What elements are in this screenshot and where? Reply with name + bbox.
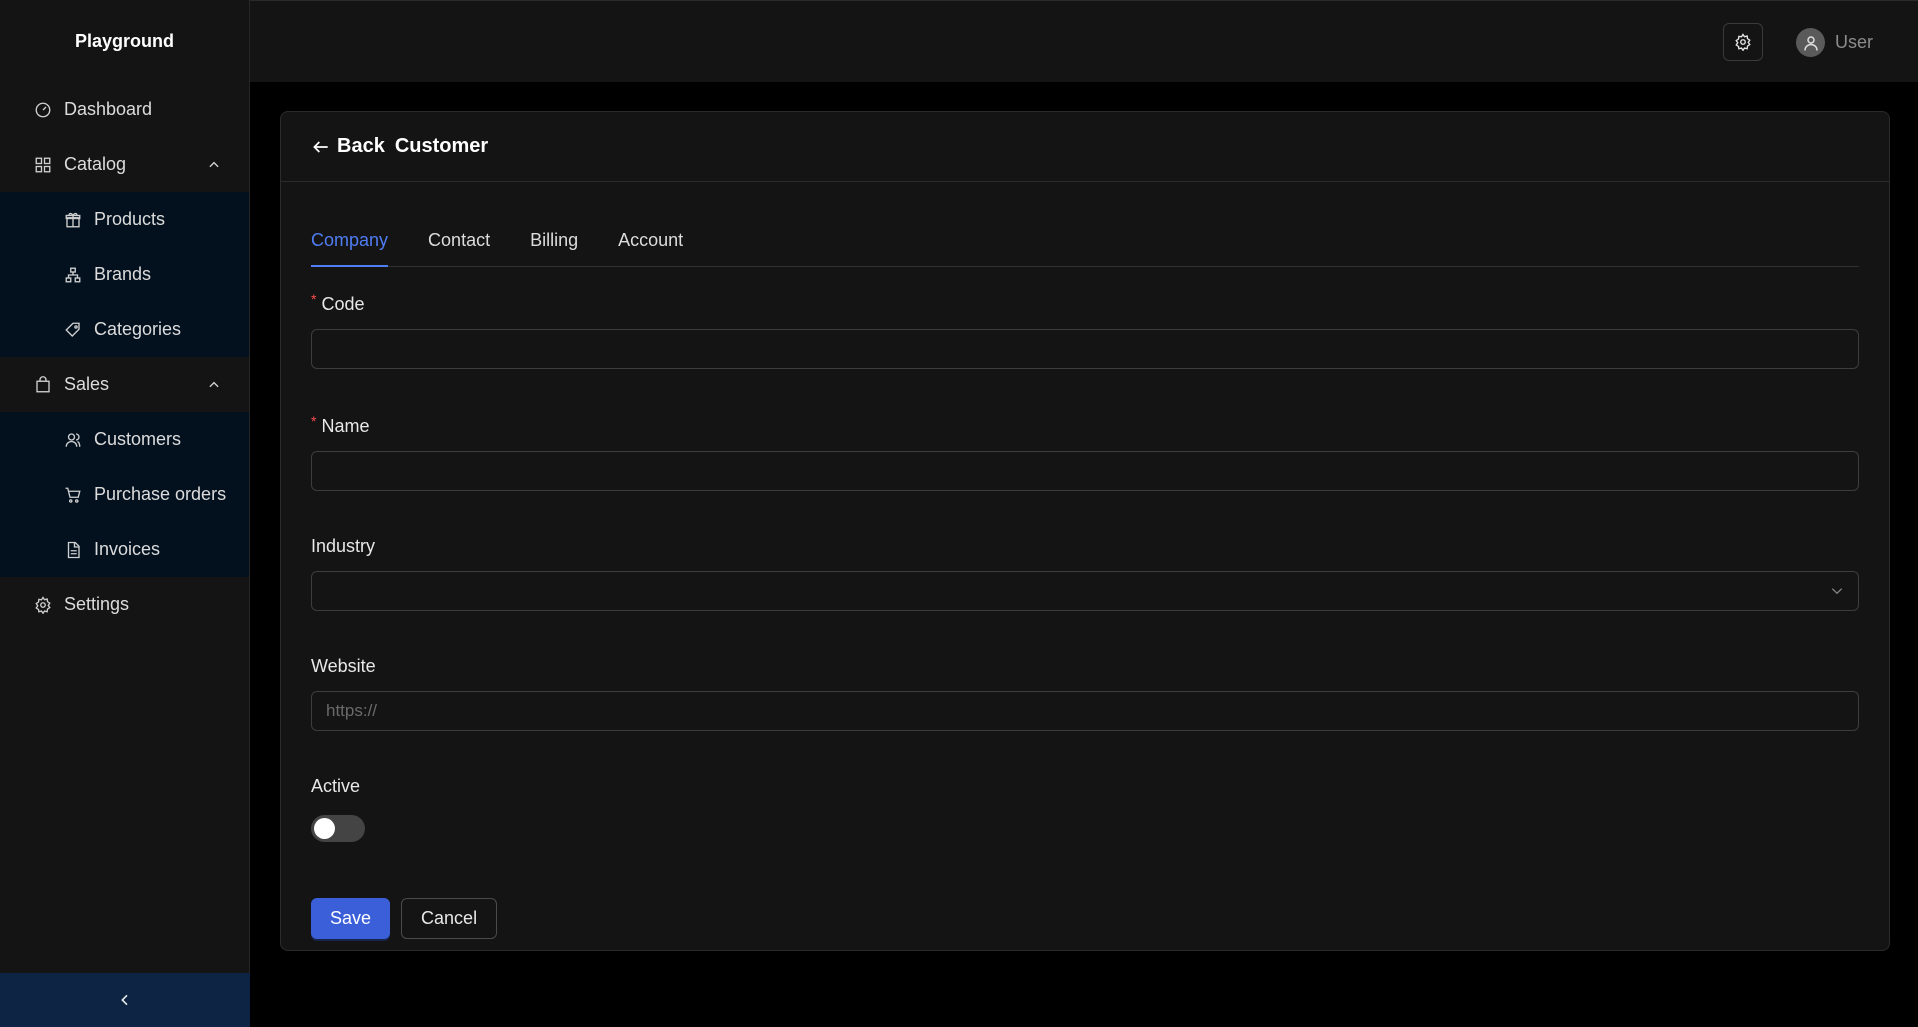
sidebar-item-label: Catalog	[64, 154, 127, 174]
avatar	[1796, 28, 1825, 57]
sidebar-item-label: Customers	[94, 429, 182, 449]
website-input[interactable]	[311, 691, 1859, 731]
tab-contact[interactable]: Contact	[428, 230, 490, 266]
brand-title: Playground	[74, 30, 174, 51]
sidebar-item-dashboard[interactable]: Dashboard	[0, 82, 249, 137]
card-body: Company Contact Billing Account * Code *…	[281, 182, 1889, 939]
user-menu[interactable]: User	[1796, 28, 1873, 57]
industry-field-group: Industry	[311, 535, 1859, 611]
name-label-text: Name	[321, 415, 370, 436]
website-label: Website	[311, 655, 376, 676]
industry-select[interactable]	[311, 571, 1859, 611]
required-mark: *	[311, 291, 317, 307]
cancel-button[interactable]: Cancel	[401, 898, 498, 939]
top-header: User	[250, 0, 1918, 82]
active-toggle[interactable]	[311, 815, 365, 842]
sidebar-menu: Dashboard Catalog Products Brands Catego…	[0, 82, 249, 632]
chevron-down-icon	[1830, 584, 1844, 598]
website-field-group: Website	[311, 655, 1859, 731]
gift-icon	[64, 211, 82, 229]
card-header: Back Customer	[281, 112, 1889, 182]
sidebar-item-label: Categories	[94, 319, 182, 339]
code-input[interactable]	[311, 329, 1859, 369]
name-label: * Name	[311, 413, 1859, 437]
shopping-bag-icon	[34, 375, 52, 394]
sidebar-item-brands[interactable]: Brands	[0, 247, 249, 302]
cart-icon	[64, 486, 82, 504]
arrow-left-icon	[311, 137, 337, 157]
catalog-submenu: Products Brands Categories	[0, 192, 249, 357]
code-field-group: * Code	[311, 291, 1859, 369]
header-settings-button[interactable]	[1723, 23, 1763, 61]
back-label: Back	[337, 135, 385, 157]
sidebar-item-label: Purchase orders	[94, 484, 227, 504]
sidebar-item-catalog[interactable]: Catalog	[0, 137, 249, 192]
sales-submenu: Customers Purchase orders Invoices	[0, 412, 249, 577]
name-field-group: * Name	[311, 413, 1859, 491]
tab-account[interactable]: Account	[618, 230, 683, 266]
toggle-knob	[314, 818, 335, 839]
sidebar-item-categories[interactable]: Categories	[0, 302, 249, 357]
form-tabs: Company Contact Billing Account	[311, 182, 1859, 267]
code-label: * Code	[311, 291, 1859, 315]
sidebar-item-label: Products	[94, 209, 166, 229]
file-icon	[64, 541, 82, 559]
dashboard-icon	[34, 101, 52, 119]
users-icon	[64, 431, 82, 449]
form-actions: Save Cancel	[311, 898, 1859, 939]
gear-icon	[1734, 33, 1752, 51]
sidebar-item-sales[interactable]: Sales	[0, 357, 249, 412]
industry-label: Industry	[311, 535, 376, 556]
sidebar-item-label: Sales	[64, 374, 110, 394]
grid-icon	[34, 156, 52, 174]
sidebar: Playground Dashboard Catalog Products Br…	[0, 0, 250, 1027]
sidebar-item-label: Dashboard	[64, 99, 153, 119]
app-root: Playground Dashboard Catalog Products Br…	[0, 0, 1918, 1027]
sidebar-collapse-button[interactable]	[0, 973, 250, 1027]
customer-form-card: Back Customer Company Contact Billing Ac…	[280, 111, 1890, 951]
back-button[interactable]: Back	[311, 135, 385, 158]
sidebar-item-label: Invoices	[94, 539, 161, 559]
sidebar-item-label: Settings	[64, 594, 130, 614]
active-field-group: Active	[311, 775, 1859, 842]
required-mark: *	[311, 413, 317, 429]
chevron-left-icon	[117, 992, 133, 1008]
user-name: User	[1835, 32, 1874, 52]
sidebar-item-label: Brands	[94, 264, 152, 284]
name-input[interactable]	[311, 451, 1859, 491]
gear-icon	[34, 595, 52, 614]
hierarchy-icon	[64, 266, 82, 284]
chevron-up-icon	[207, 378, 221, 392]
page-title: Customer	[394, 135, 489, 157]
sidebar-item-products[interactable]: Products	[0, 192, 249, 247]
code-label-text: Code	[321, 293, 365, 314]
chevron-up-icon	[207, 158, 221, 172]
sidebar-item-purchase-orders[interactable]: Purchase orders	[0, 467, 249, 522]
sidebar-item-settings[interactable]: Settings	[0, 577, 249, 632]
sidebar-item-invoices[interactable]: Invoices	[0, 522, 249, 577]
save-button[interactable]: Save	[311, 898, 391, 939]
active-label: Active	[311, 775, 361, 796]
tab-company[interactable]: Company	[311, 230, 389, 267]
tab-billing[interactable]: Billing	[530, 230, 578, 266]
tag-icon	[64, 321, 82, 339]
sidebar-item-customers[interactable]: Customers	[0, 412, 249, 467]
